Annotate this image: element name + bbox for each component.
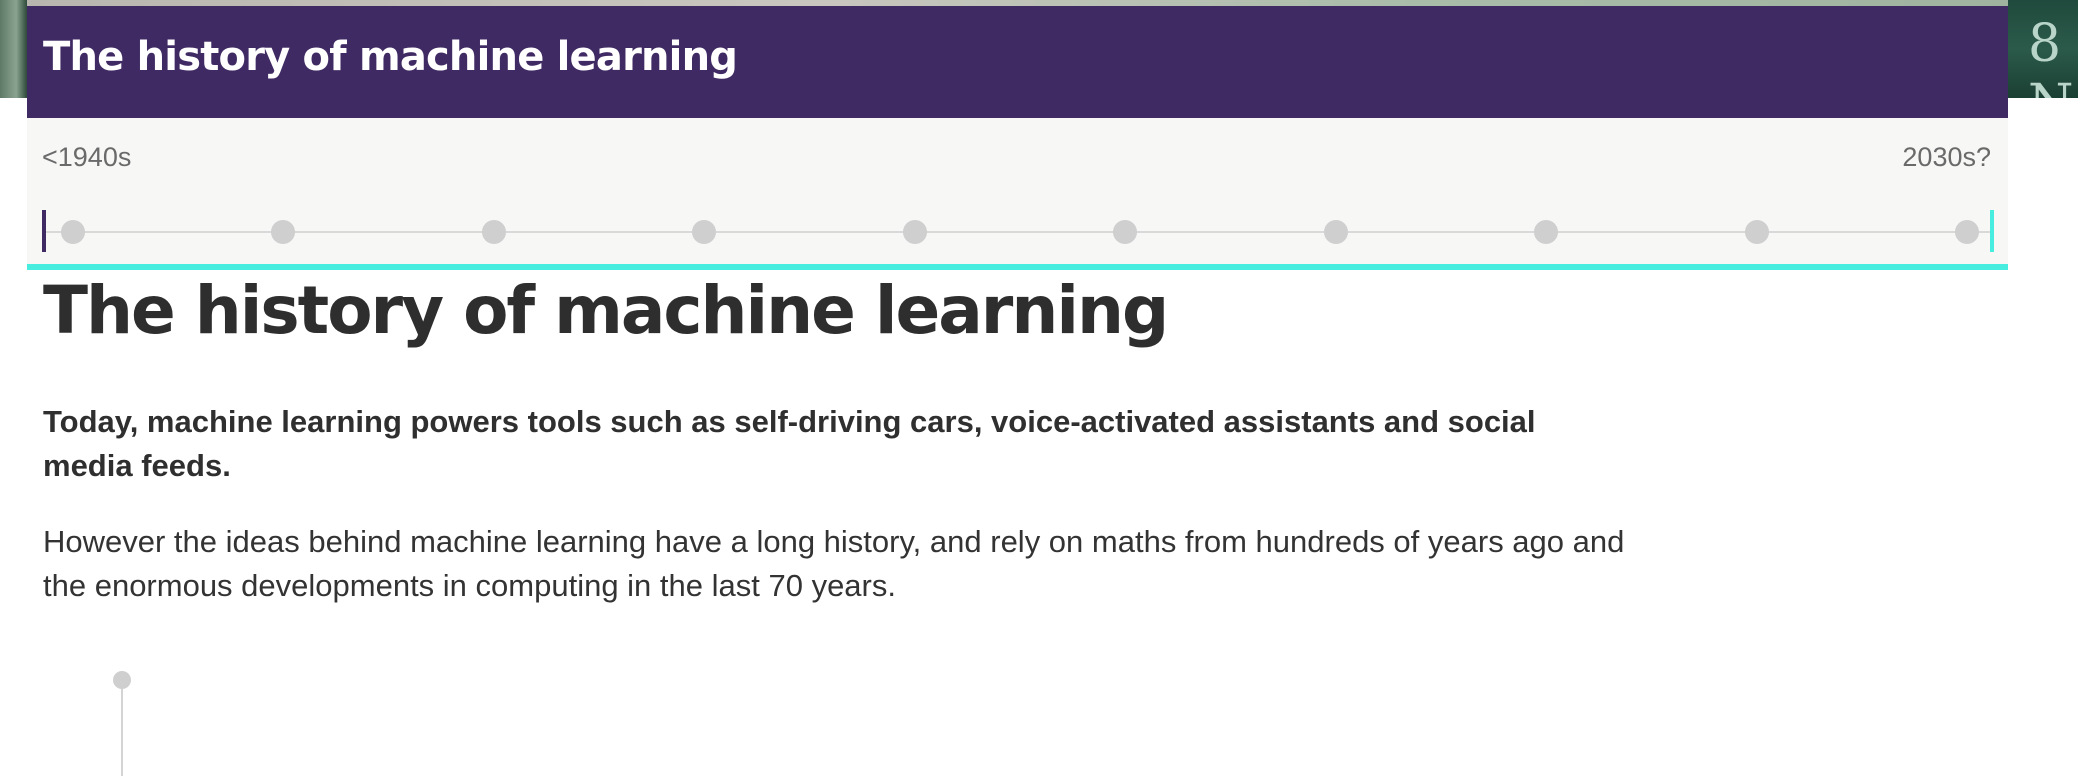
timeline-navigator: <1940s 2030s? xyxy=(27,118,2008,265)
header-bar: The history of machine learning xyxy=(27,6,2008,118)
timeline-dot-period-10[interactable] xyxy=(1955,220,1979,244)
timeline-dot-period-6[interactable] xyxy=(1113,220,1138,244)
timeline-start-label: <1940s xyxy=(42,142,132,172)
timeline-entry-line xyxy=(121,689,123,776)
page-title: The history of machine learning xyxy=(43,272,1169,349)
timeline-progress-underline xyxy=(27,264,2008,270)
background-fragment-text: 8 N xyxy=(2028,14,2074,98)
background-image-left xyxy=(0,0,27,98)
timeline-dot-period-3[interactable] xyxy=(481,220,506,244)
timeline-end-label: 2030s? xyxy=(1902,142,1991,172)
background-image-right: 8 N xyxy=(2008,0,2078,98)
timeline-dot-period-5[interactable] xyxy=(902,220,927,244)
timeline-dot-period-2[interactable] xyxy=(271,220,296,244)
timeline-dot-period-7[interactable] xyxy=(1323,220,1348,244)
intro-body-paragraph: However the ideas behind machine learnin… xyxy=(43,524,1625,603)
timeline-dot-period-9[interactable] xyxy=(1744,220,1769,244)
timeline-entry-dot xyxy=(113,671,131,689)
header-title: The history of machine learning xyxy=(43,34,738,80)
intro-lead-paragraph: Today, machine learning powers tools suc… xyxy=(43,404,1536,483)
timeline-dot-period-8[interactable] xyxy=(1534,220,1559,244)
timeline-start-marker xyxy=(42,210,46,252)
timeline-end-marker xyxy=(1990,210,1994,252)
timeline-dot-period-1[interactable] xyxy=(61,220,85,244)
timeline-track xyxy=(43,231,1993,233)
timeline-dot-period-4[interactable] xyxy=(692,220,717,244)
